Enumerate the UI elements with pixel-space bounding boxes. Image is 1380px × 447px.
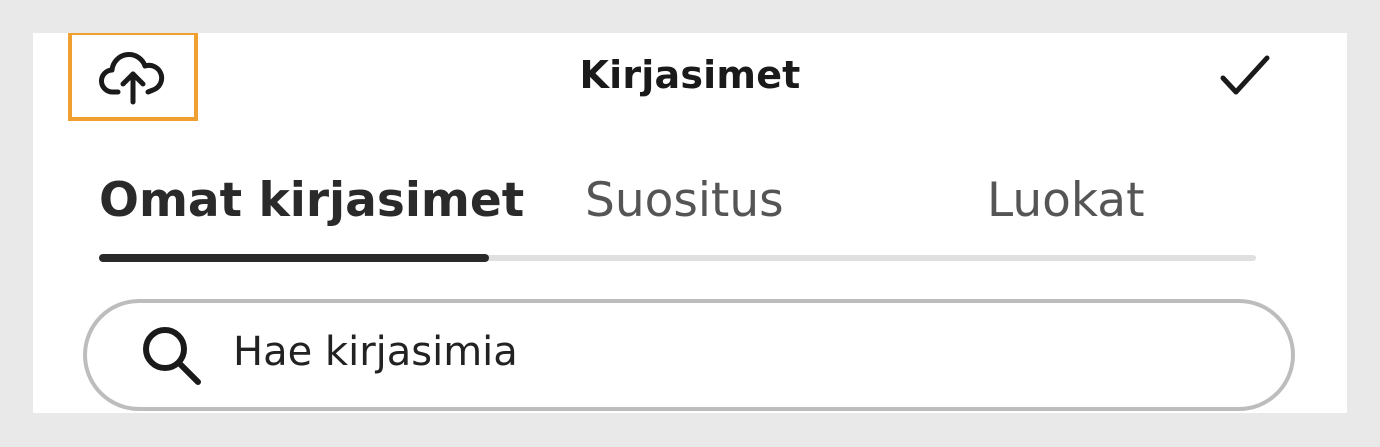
active-tab-indicator [99,254,489,262]
font-tabs: Omat kirjasimet Suositus Luokat [99,173,1256,262]
search-input[interactable] [233,329,1133,375]
page-title: Kirjasimet [579,53,801,97]
tab-categories[interactable]: Luokat [987,173,1145,228]
fonts-panel: Kirjasimet Omat kirjasimet Suositus Luok… [33,33,1347,413]
tab-recommended[interactable]: Suositus [585,173,784,228]
search-icon [137,321,205,389]
done-button[interactable] [1215,51,1275,101]
search-bar [83,299,1295,411]
tab-my-fonts[interactable]: Omat kirjasimet [99,173,524,228]
checkmark-icon [1220,55,1270,95]
